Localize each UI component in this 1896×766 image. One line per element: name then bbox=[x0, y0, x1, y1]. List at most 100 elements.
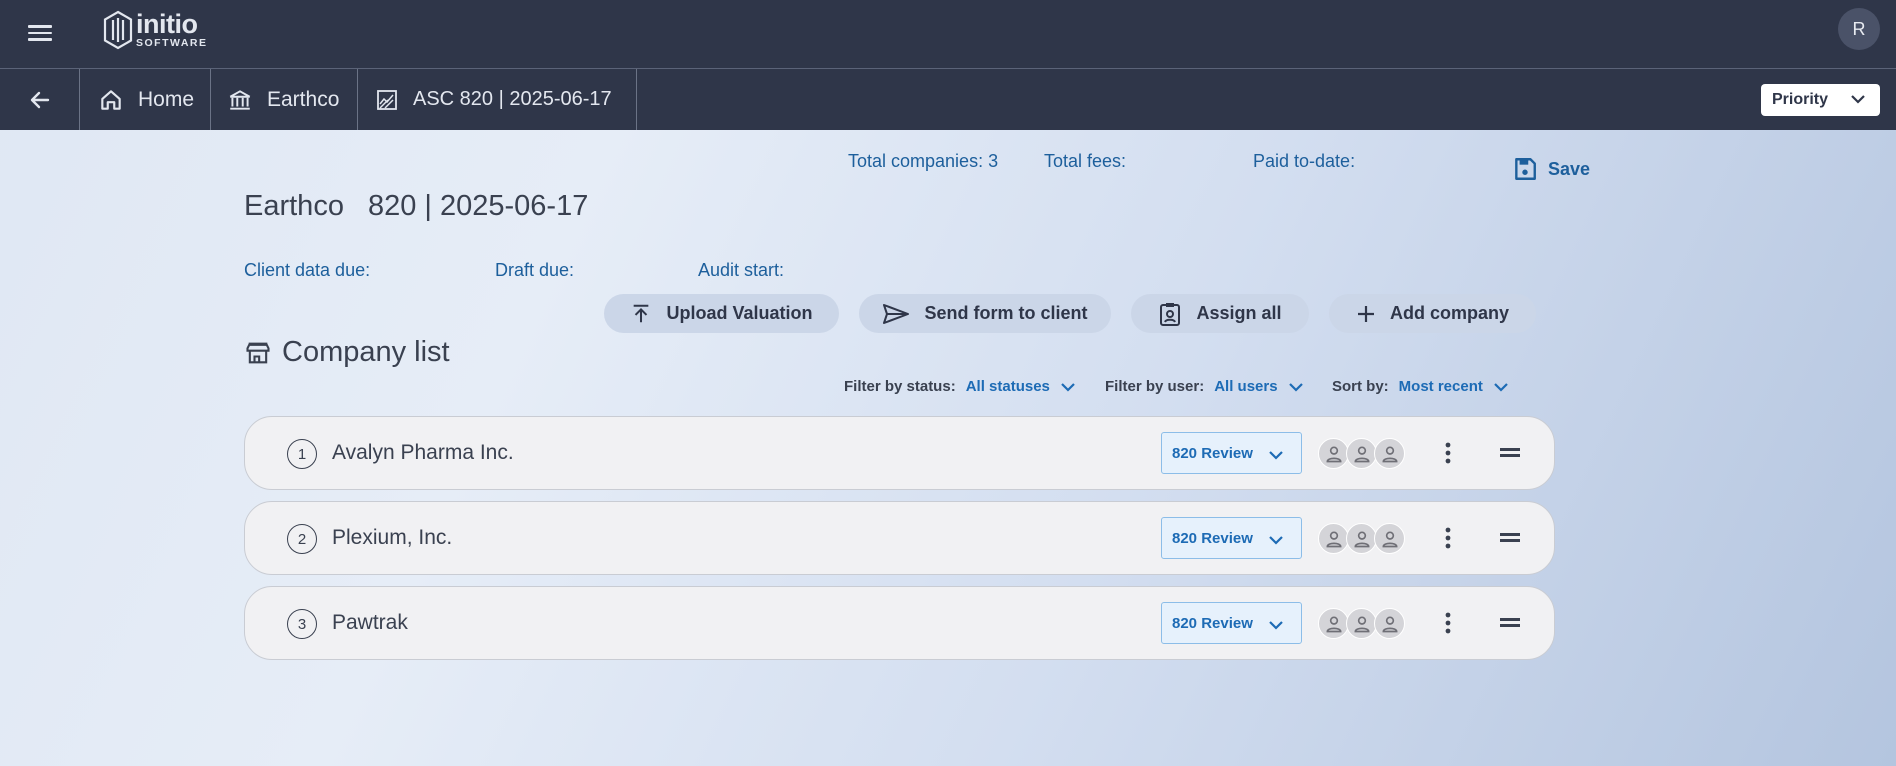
breadcrumb-client-label: Earthco bbox=[267, 87, 340, 111]
user-avatar[interactable]: R bbox=[1838, 8, 1880, 50]
bank-icon bbox=[229, 89, 251, 110]
assign-all-button[interactable]: Assign all bbox=[1131, 294, 1309, 333]
filter-user-label: Filter by user: bbox=[1105, 378, 1205, 395]
initio-logo-icon bbox=[103, 10, 133, 50]
company-row[interactable]: 2 Plexium, Inc. 820 Review bbox=[244, 501, 1555, 575]
chevron-down-icon bbox=[1851, 95, 1865, 104]
row-number: 3 bbox=[287, 609, 317, 639]
status-value: 820 Review bbox=[1172, 614, 1253, 632]
upload-valuation-label: Upload Valuation bbox=[666, 303, 813, 323]
plus-icon bbox=[1357, 305, 1374, 322]
row-number: 1 bbox=[287, 439, 317, 469]
company-row[interactable]: 1 Avalyn Pharma Inc. 820 Review bbox=[244, 416, 1555, 490]
chevron-down-icon bbox=[1061, 382, 1075, 392]
chart-icon bbox=[377, 89, 397, 110]
filter-status: Filter by status: All statuses bbox=[844, 378, 1076, 395]
filter-status-select[interactable]: All statuses bbox=[966, 378, 1076, 395]
breadcrumb-home[interactable]: Home bbox=[80, 69, 211, 130]
more-vertical-icon[interactable] bbox=[1444, 611, 1452, 640]
chevron-down-icon bbox=[1269, 621, 1283, 630]
chevron-down-icon bbox=[1269, 536, 1283, 545]
drag-handle-icon[interactable] bbox=[1500, 533, 1520, 545]
priority-select[interactable]: Priority bbox=[1761, 84, 1880, 116]
assigned-users[interactable] bbox=[1318, 438, 1405, 469]
filter-user: Filter by user: All users bbox=[1105, 378, 1304, 395]
sort-by-label: Sort by: bbox=[1332, 378, 1389, 395]
user-icon[interactable] bbox=[1346, 608, 1377, 639]
audit-start: Audit start: bbox=[698, 260, 785, 280]
top-bar: initio SOFTWARE R bbox=[0, 0, 1896, 69]
arrow-left-icon bbox=[30, 91, 49, 108]
user-icon[interactable] bbox=[1346, 523, 1377, 554]
filter-status-label: Filter by status: bbox=[844, 378, 956, 395]
company-name[interactable]: Avalyn Pharma Inc. bbox=[332, 441, 514, 465]
sort-by-value: Most recent bbox=[1398, 378, 1483, 395]
logo-text: initio bbox=[136, 9, 198, 39]
drag-handle-icon[interactable] bbox=[1500, 618, 1520, 630]
send-icon bbox=[883, 303, 910, 324]
user-icon[interactable] bbox=[1318, 608, 1349, 639]
user-icon[interactable] bbox=[1374, 523, 1405, 554]
breadcrumb-home-label: Home bbox=[138, 87, 195, 111]
company-list-heading: Company list bbox=[244, 336, 450, 369]
clipboard-user-icon bbox=[1160, 302, 1181, 326]
add-company-label: Add company bbox=[1389, 303, 1509, 323]
save-icon bbox=[1515, 158, 1536, 180]
draft-due: Draft due: bbox=[495, 260, 575, 280]
save-button[interactable]: Save bbox=[1512, 156, 1590, 182]
total-companies: Total companies: 3 bbox=[848, 151, 999, 171]
send-form-button[interactable]: Send form to client bbox=[859, 294, 1111, 333]
filter-user-value: All users bbox=[1214, 378, 1278, 395]
send-form-label: Send form to client bbox=[924, 303, 1088, 323]
breadcrumb-engagement-label: ASC 820 | 2025-06-17 bbox=[413, 88, 612, 110]
company-name[interactable]: Plexium, Inc. bbox=[332, 526, 452, 550]
status-select[interactable]: 820 Review bbox=[1161, 517, 1302, 559]
page-title: Earthco 820 | 2025-06-17 bbox=[244, 190, 588, 223]
total-fees: Total fees: bbox=[1044, 151, 1127, 171]
logo-subtext: SOFTWARE bbox=[136, 37, 208, 49]
sort-by: Sort by: Most recent bbox=[1332, 378, 1509, 395]
sort-by-select[interactable]: Most recent bbox=[1399, 378, 1509, 395]
priority-label: Priority bbox=[1772, 91, 1829, 108]
user-icon[interactable] bbox=[1374, 438, 1405, 469]
menu-icon[interactable] bbox=[28, 22, 52, 46]
more-vertical-icon[interactable] bbox=[1444, 526, 1452, 555]
status-value: 820 Review bbox=[1172, 444, 1253, 462]
assign-all-label: Assign all bbox=[1196, 303, 1282, 323]
engagement-name: 820 | 2025-06-17 bbox=[367, 190, 589, 222]
back-button[interactable] bbox=[0, 69, 80, 130]
breadcrumb-bar: Home Earthco ASC 820 | 2025-06-17 Priori… bbox=[0, 69, 1896, 130]
breadcrumb-engagement[interactable]: ASC 820 | 2025-06-17 bbox=[358, 69, 637, 130]
company-name[interactable]: Pawtrak bbox=[332, 611, 408, 635]
row-number: 2 bbox=[287, 524, 317, 554]
company-list-title: Company list bbox=[282, 336, 450, 368]
save-label: Save bbox=[1548, 158, 1591, 179]
chevron-down-icon bbox=[1494, 382, 1508, 392]
chevron-down-icon bbox=[1288, 382, 1303, 392]
user-icon[interactable] bbox=[1346, 438, 1377, 469]
user-icon[interactable] bbox=[1318, 438, 1349, 469]
assigned-users[interactable] bbox=[1318, 608, 1405, 639]
status-select[interactable]: 820 Review bbox=[1161, 602, 1302, 644]
client-data-due: Client data due: bbox=[244, 260, 371, 280]
filter-status-value: All statuses bbox=[965, 378, 1050, 395]
user-icon[interactable] bbox=[1374, 608, 1405, 639]
chevron-down-icon bbox=[1269, 451, 1283, 460]
paid-to-date: Paid to-date: bbox=[1253, 151, 1356, 171]
client-name: Earthco bbox=[244, 190, 344, 222]
drag-handle-icon[interactable] bbox=[1500, 448, 1520, 460]
assigned-users[interactable] bbox=[1318, 523, 1405, 554]
more-vertical-icon[interactable] bbox=[1444, 441, 1452, 470]
breadcrumb-client[interactable]: Earthco bbox=[211, 69, 358, 130]
upload-valuation-button[interactable]: Upload Valuation bbox=[604, 294, 839, 333]
status-select[interactable]: 820 Review bbox=[1161, 432, 1302, 474]
home-icon bbox=[101, 89, 121, 110]
store-icon bbox=[246, 342, 270, 363]
user-icon[interactable] bbox=[1318, 523, 1349, 554]
company-row[interactable]: 3 Pawtrak 820 Review bbox=[244, 586, 1555, 660]
filter-user-select[interactable]: All users bbox=[1214, 378, 1303, 395]
status-value: 820 Review bbox=[1172, 529, 1253, 547]
logo[interactable]: initio SOFTWARE bbox=[102, 10, 208, 50]
add-company-button[interactable]: Add company bbox=[1329, 294, 1536, 333]
upload-icon bbox=[634, 304, 649, 322]
